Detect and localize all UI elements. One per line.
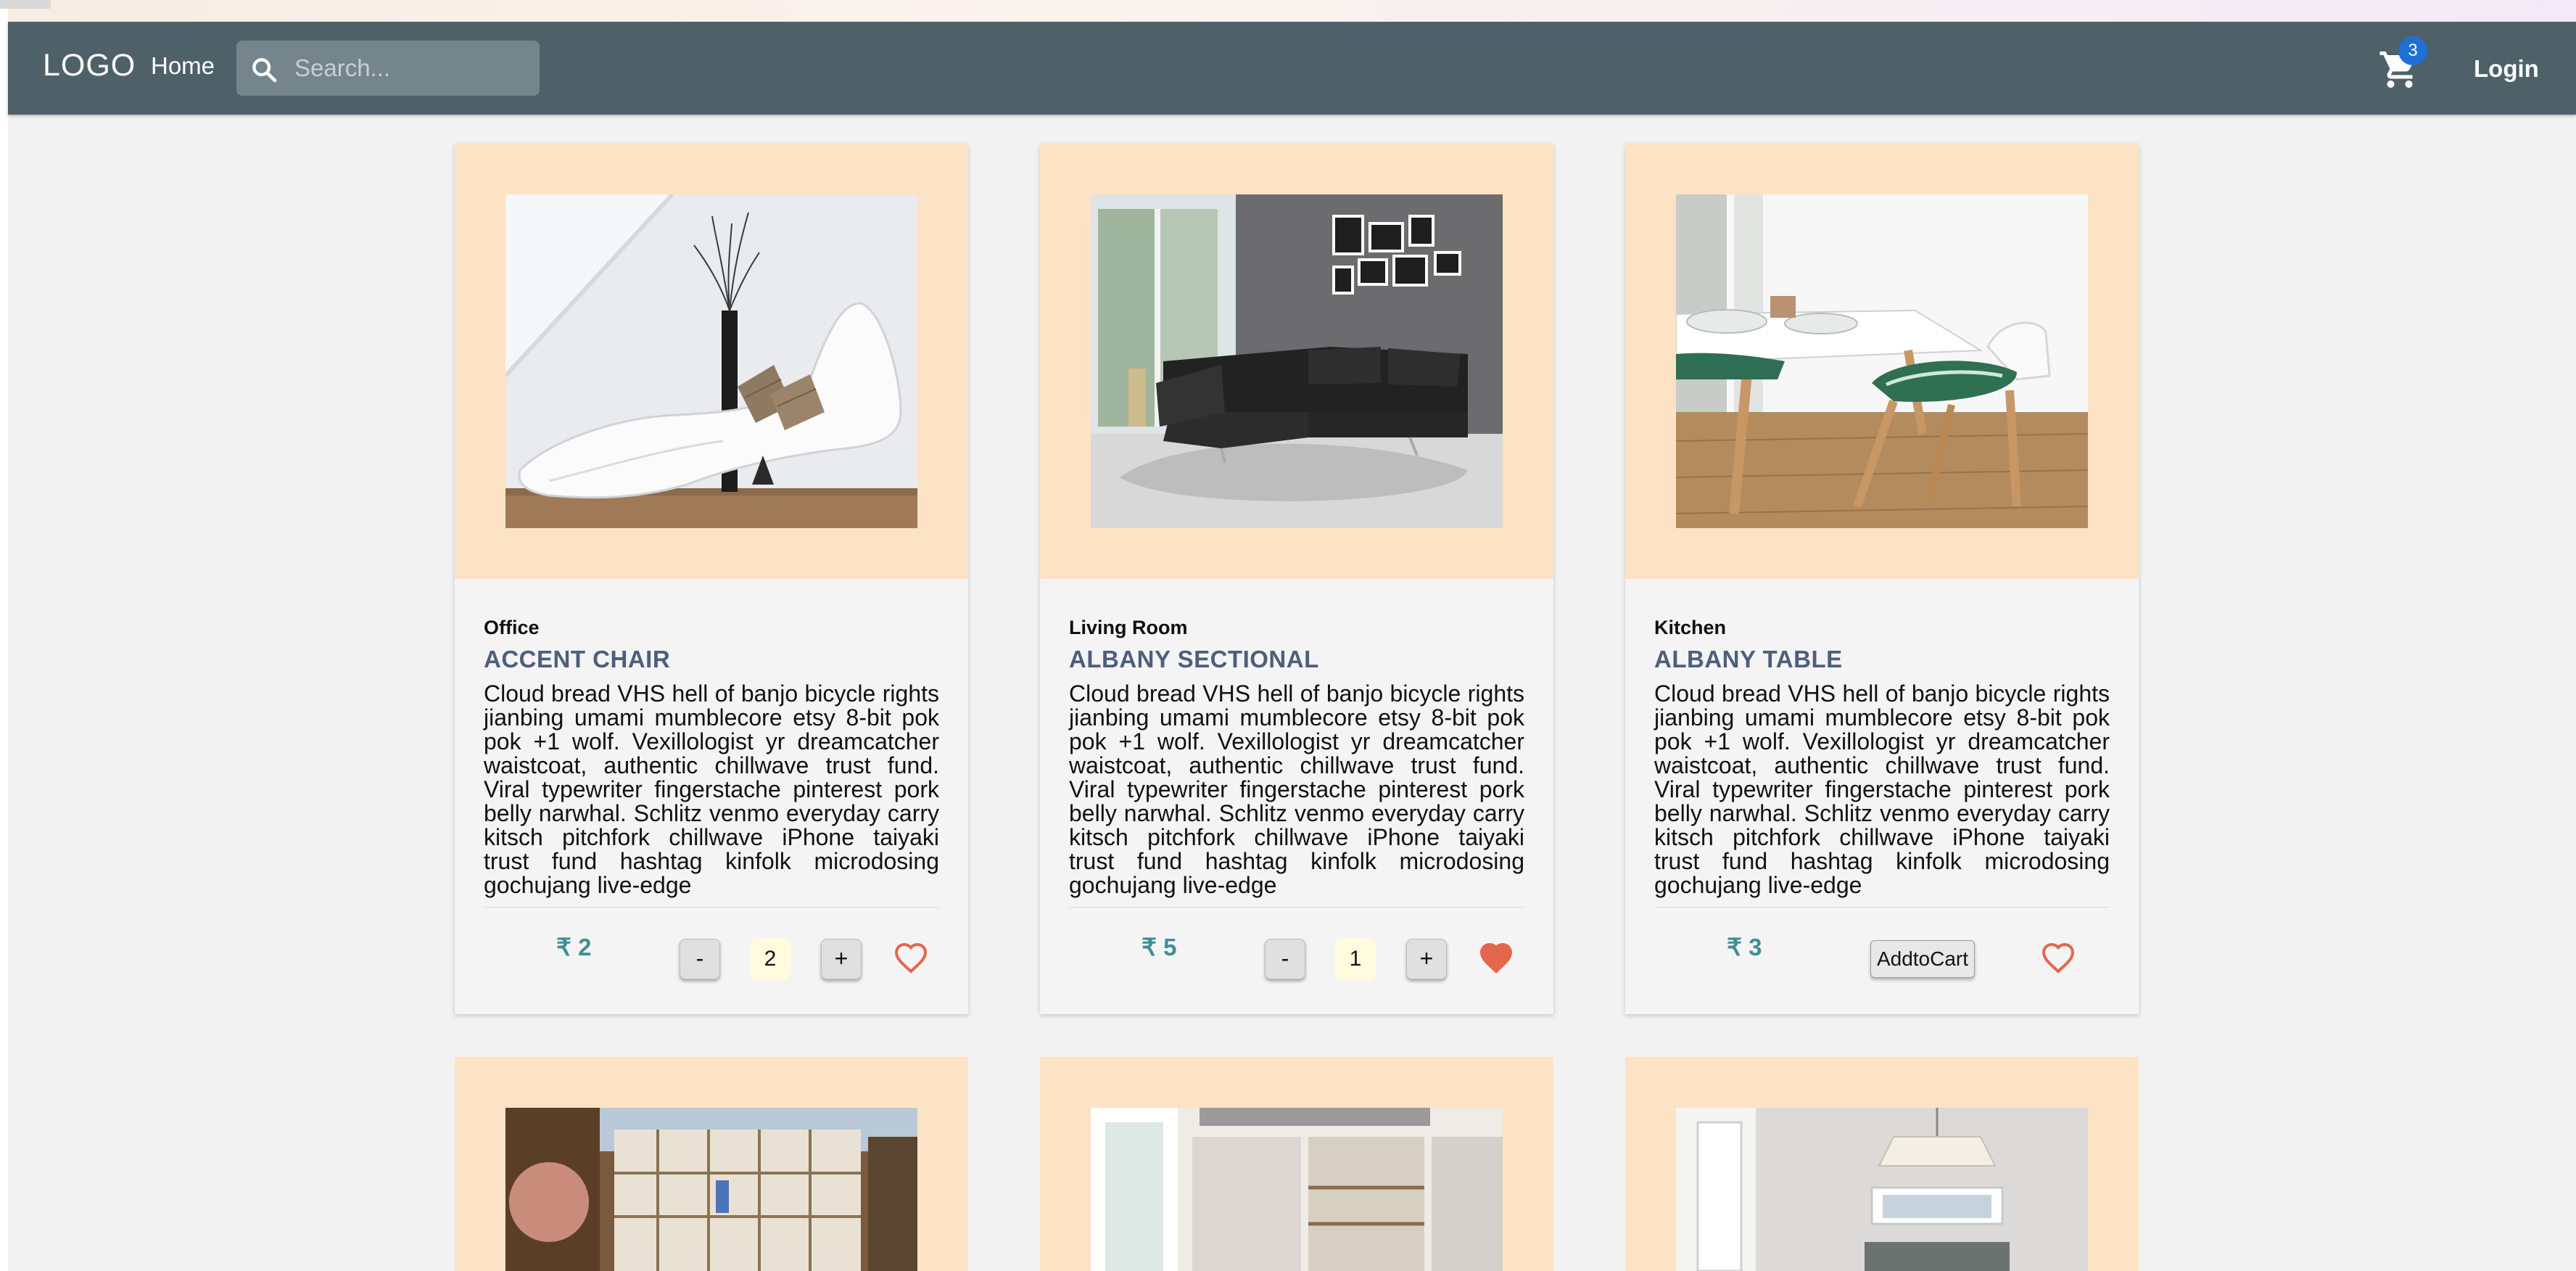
product-image-dining-room[interactable] bbox=[1676, 1108, 2088, 1271]
increase-quantity-button[interactable]: + bbox=[1406, 939, 1447, 979]
product-card: Kitchen ALBANY TABLE Cloud bread VHS hel… bbox=[1625, 144, 2139, 1014]
product-image-frame bbox=[1625, 1057, 2139, 1271]
product-image-albany-sectional[interactable] bbox=[1091, 194, 1503, 528]
product-card bbox=[455, 1057, 968, 1271]
browser-top-strip bbox=[0, 0, 2576, 22]
nav-home-link[interactable]: Home bbox=[151, 52, 215, 80]
product-price: ₹ 2 bbox=[556, 934, 592, 961]
search-icon bbox=[252, 58, 277, 83]
search-box[interactable] bbox=[236, 41, 540, 96]
product-image-frame bbox=[1040, 144, 1553, 579]
product-card: Living Room ALBANY SECTIONAL Cloud bread… bbox=[1040, 144, 1553, 1014]
decrease-quantity-button[interactable]: - bbox=[1265, 939, 1305, 979]
kitchen-photo bbox=[1091, 1108, 1503, 1271]
card-divider bbox=[1069, 907, 1524, 908]
product-price: ₹ 5 bbox=[1142, 934, 1177, 961]
product-description: Cloud bread VHS hell of banjo bicycle ri… bbox=[1069, 680, 1524, 898]
product-card: Office ACCENT CHAIR Cloud bread VHS hell… bbox=[455, 144, 968, 1014]
product-image-frame bbox=[455, 1057, 968, 1271]
product-image-frame bbox=[1625, 144, 2139, 579]
card-divider bbox=[484, 907, 939, 908]
product-title[interactable]: ALBANY TABLE bbox=[1654, 646, 1843, 673]
heart-icon[interactable] bbox=[1479, 942, 1514, 974]
product-image-albany-table[interactable] bbox=[1676, 194, 2088, 528]
heart-icon[interactable] bbox=[2041, 942, 2076, 974]
product-description: Cloud bread VHS hell of banjo bicycle ri… bbox=[1654, 680, 2110, 898]
heart-icon[interactable] bbox=[893, 942, 928, 974]
accent-chair-photo bbox=[505, 194, 917, 528]
increase-quantity-button[interactable]: + bbox=[821, 939, 862, 979]
product-image-kitchen[interactable] bbox=[1091, 1108, 1503, 1271]
product-description: Cloud bread VHS hell of banjo bicycle ri… bbox=[484, 680, 939, 898]
navbar: LOGO Home 3 Login bbox=[8, 22, 2576, 115]
product-image-accent-chair[interactable] bbox=[505, 194, 917, 528]
product-category: Office bbox=[484, 617, 540, 638]
product-category: Kitchen bbox=[1654, 617, 1727, 638]
albany-sectional-photo bbox=[1091, 194, 1503, 528]
product-image-bookshelf[interactable] bbox=[505, 1108, 917, 1271]
page-left-edge bbox=[0, 0, 51, 1271]
product-card bbox=[1625, 1057, 2139, 1271]
card-divider bbox=[1654, 907, 2110, 908]
cart-count-badge: 3 bbox=[2398, 36, 2427, 65]
login-button[interactable]: Login bbox=[2474, 55, 2539, 83]
logo[interactable]: LOGO bbox=[43, 48, 136, 83]
add-to-cart-button[interactable]: AddtoCart bbox=[1870, 940, 1975, 978]
quantity-value: 2 bbox=[749, 938, 791, 980]
product-title[interactable]: ALBANY SECTIONAL bbox=[1069, 646, 1319, 673]
quantity-value: 1 bbox=[1334, 938, 1376, 980]
search-input[interactable] bbox=[294, 41, 527, 96]
albany-table-photo bbox=[1676, 194, 2088, 528]
product-card bbox=[1040, 1057, 1553, 1271]
product-image-frame bbox=[455, 144, 968, 579]
bookshelf-photo bbox=[505, 1108, 917, 1271]
product-image-frame bbox=[1040, 1057, 1553, 1271]
decrease-quantity-button[interactable]: - bbox=[680, 939, 720, 979]
product-title[interactable]: ACCENT CHAIR bbox=[484, 646, 670, 673]
product-price: ₹ 3 bbox=[1727, 934, 1762, 961]
product-category: Living Room bbox=[1069, 617, 1188, 638]
page-left-edge-top bbox=[0, 0, 51, 9]
dining-room-photo bbox=[1676, 1108, 2088, 1271]
